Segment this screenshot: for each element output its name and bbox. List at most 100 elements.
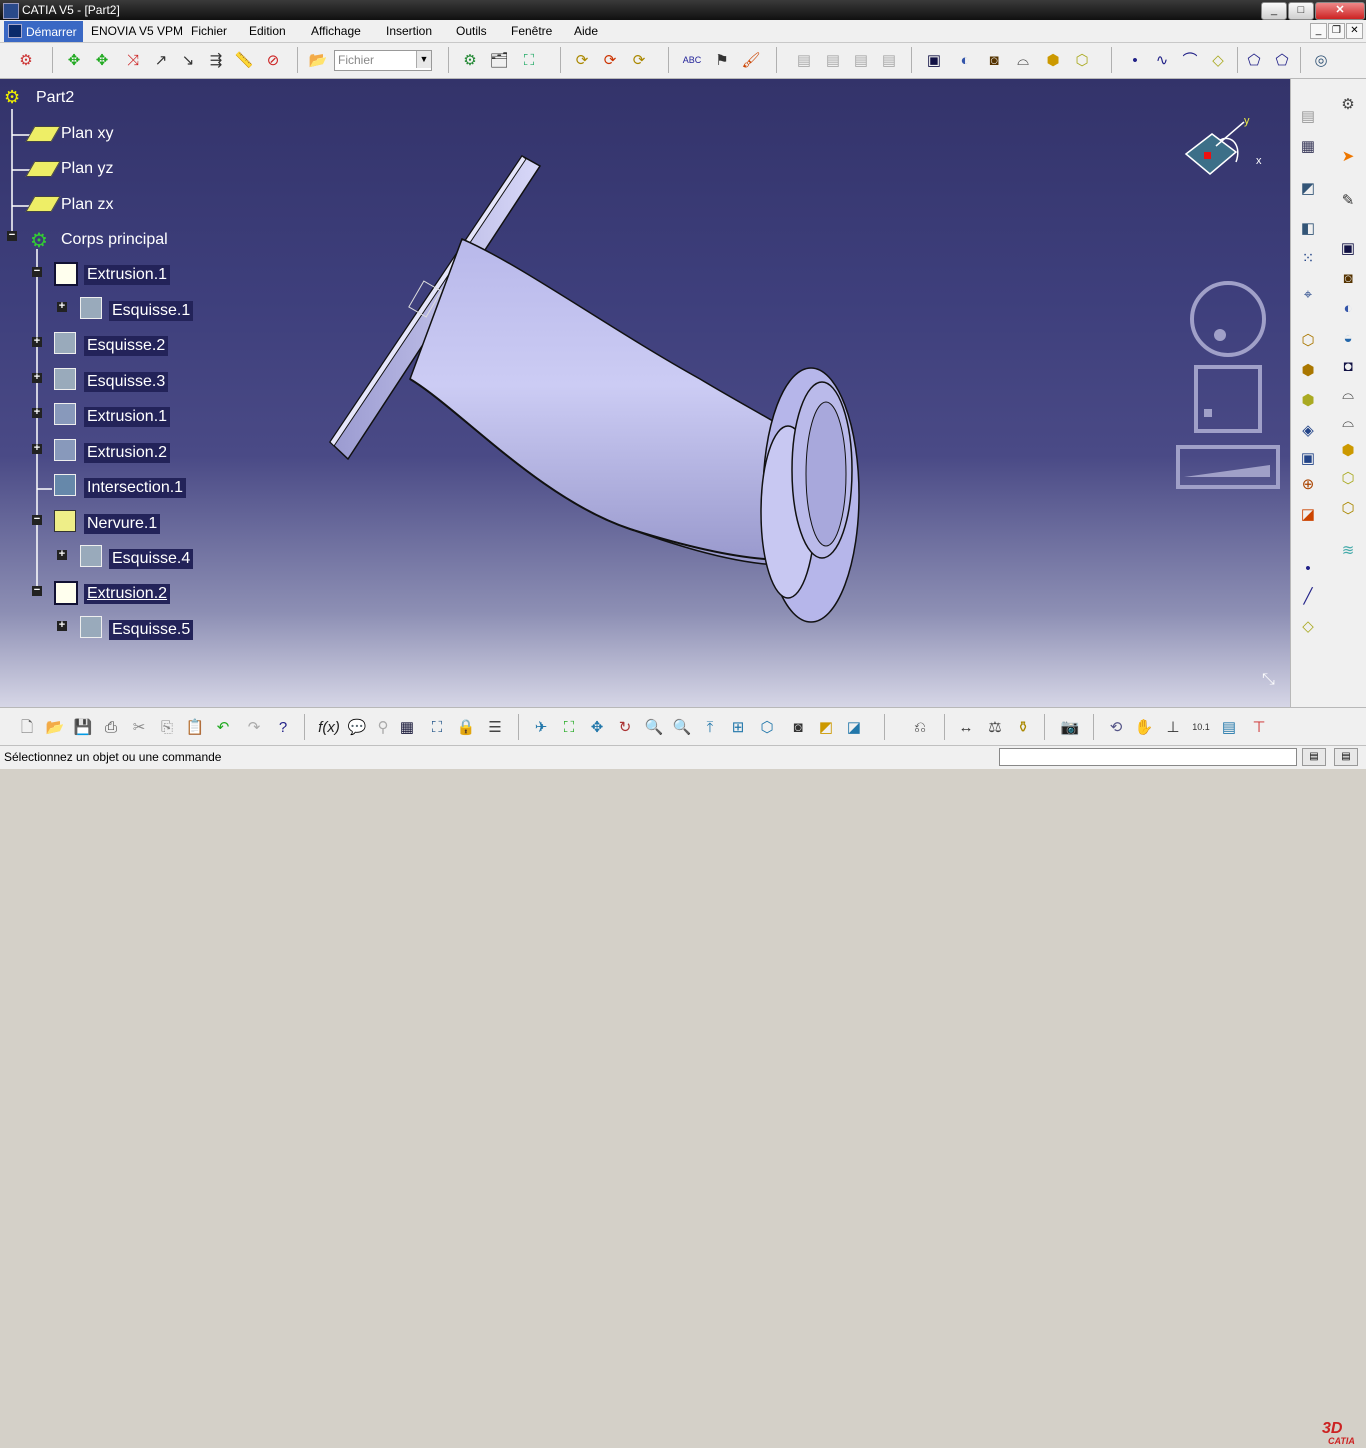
command-close-button[interactable]: ▤ xyxy=(1334,748,1358,766)
measure-inertia-icon[interactable]: ⚱ xyxy=(1012,716,1034,738)
tree-node-plan-xy[interactable]: Plan xy xyxy=(61,125,113,143)
view-icon[interactable]: ⬠ xyxy=(1243,49,1265,71)
comment-icon[interactable]: 💬 xyxy=(346,716,368,738)
expand-toggle[interactable]: + xyxy=(57,301,67,312)
maximize-button[interactable]: □ xyxy=(1288,2,1314,20)
units-icon[interactable]: 10.1 xyxy=(1190,716,1212,738)
tree-node-esquisse-2[interactable]: Esquisse.2 xyxy=(84,336,169,356)
pad-icon[interactable]: ▣ xyxy=(1337,237,1359,259)
measure-icon[interactable]: 📏 xyxy=(233,49,255,71)
plane-icon[interactable]: ◇ xyxy=(1207,49,1229,71)
tree-node-esquisse-3[interactable]: Esquisse.3 xyxy=(84,372,169,392)
command-input[interactable] xyxy=(999,748,1297,766)
copy-icon[interactable]: ⎘ xyxy=(156,716,178,738)
slot-icon[interactable]: ⌓ xyxy=(1337,411,1359,433)
text-annotation-icon[interactable]: ABC xyxy=(681,49,703,71)
clash-icon[interactable]: ⊘ xyxy=(262,49,284,71)
minimize-button[interactable]: _ xyxy=(1261,2,1287,20)
catalog-icon[interactable]: 🗂 xyxy=(488,49,510,71)
close-button[interactable]: ✕ xyxy=(1315,2,1365,20)
compass[interactable]: x y xyxy=(1180,112,1270,187)
lock-icon[interactable]: 🔒 xyxy=(455,716,477,738)
tool-icon[interactable]: ⬡ xyxy=(1297,329,1319,351)
rib-tool-icon[interactable]: ⌓ xyxy=(1337,383,1359,405)
catia-app-icon[interactable] xyxy=(3,3,19,19)
swap-space-icon[interactable]: ◪ xyxy=(843,716,865,738)
point-icon[interactable]: • xyxy=(1124,49,1146,71)
iso-view-icon[interactable]: ⬡ xyxy=(756,716,778,738)
axis-system-icon[interactable]: ⊥ xyxy=(1162,716,1184,738)
tree-node-esquisse-5[interactable]: Esquisse.5 xyxy=(109,620,194,640)
hide-show-icon[interactable]: ◩ xyxy=(815,716,837,738)
tool-icon[interactable]: ◧ xyxy=(1297,217,1319,239)
measure-between-icon[interactable]: ↔ xyxy=(955,716,977,738)
save-icon[interactable]: 💾 xyxy=(72,716,94,738)
zoom-out-icon[interactable]: 🔍 xyxy=(671,716,693,738)
tree-graph-icon[interactable]: ⛶ xyxy=(426,716,448,738)
tree-node-extrusion-2-active[interactable]: Extrusion.2 xyxy=(84,584,171,604)
mdi-close-button[interactable]: ✕ xyxy=(1346,23,1363,39)
tool-icon[interactable]: ⬢ xyxy=(1297,359,1319,381)
expand-toggle[interactable]: + xyxy=(32,443,42,454)
workbench-icon[interactable]: ⚙ xyxy=(15,49,37,71)
surface-stack-icon[interactable]: ≋ xyxy=(1337,539,1359,561)
tool-icon[interactable]: ◈ xyxy=(1297,419,1319,441)
command-list-button[interactable]: ▤ xyxy=(1302,748,1326,766)
tree-node-nervure-1[interactable]: Nervure.1 xyxy=(84,514,161,534)
tool-icon[interactable]: ⌖ xyxy=(1297,283,1319,305)
reframe-icon[interactable]: ⟲ xyxy=(1105,716,1127,738)
tree-node-intersection-1[interactable]: Intersection.1 xyxy=(84,478,187,498)
new-file-icon[interactable]: 🗋 xyxy=(16,716,38,738)
sketch-analysis-icon[interactable]: ⎌ xyxy=(909,716,931,738)
expand-toggle[interactable]: + xyxy=(32,336,42,347)
tree-node-extrusion-1[interactable]: Extrusion.1 xyxy=(84,265,171,285)
network-icon[interactable]: ⛶ xyxy=(518,49,540,71)
explode-icon[interactable]: ⇶ xyxy=(205,49,227,71)
3d-viewport[interactable]: ⚙ Part2 Plan xy Plan yz Plan zx − ⚙ Corp… xyxy=(0,79,1290,707)
multi-view-icon[interactable]: ⊞ xyxy=(727,716,749,738)
open-folder-icon[interactable]: 📂 xyxy=(307,49,329,71)
collapse-toggle[interactable]: − xyxy=(32,514,42,525)
redo-icon[interactable]: ↷ xyxy=(243,716,265,738)
menu-demarrer[interactable]: Démarrer xyxy=(4,21,83,42)
tree-node-plan-zx[interactable]: Plan zx xyxy=(61,196,113,214)
snap-icon[interactable]: ✥ xyxy=(91,49,113,71)
view-mode-icon[interactable]: ⬠ xyxy=(1271,49,1293,71)
pad-icon[interactable]: ▣ xyxy=(923,49,945,71)
removed-loft-icon[interactable]: ⬡ xyxy=(1337,497,1359,519)
solid-icon[interactable]: ⬢ xyxy=(1042,49,1064,71)
expand-toggle[interactable]: + xyxy=(32,372,42,383)
mdi-minimize-button[interactable]: _ xyxy=(1310,23,1327,39)
menu-fenetre[interactable]: Fenêtre xyxy=(511,24,552,38)
print-icon[interactable]: ⎙ xyxy=(100,716,122,738)
view-tool-icon[interactable]: ✋ xyxy=(1133,716,1155,738)
tree-node-corps-principal[interactable]: Corps principal xyxy=(61,231,168,249)
undo-icon[interactable]: ↶ xyxy=(212,716,234,738)
expand-toggle[interactable]: + xyxy=(57,620,67,631)
groove-icon[interactable]: ◒ xyxy=(1337,327,1359,349)
tool-icon[interactable]: ⁙ xyxy=(1297,247,1319,269)
pocket-icon[interactable]: ◙ xyxy=(1337,267,1359,289)
loft-icon[interactable]: ⬡ xyxy=(1337,467,1359,489)
globe-icon[interactable]: ⚙ xyxy=(459,49,481,71)
hole-icon[interactable]: ◘ xyxy=(1337,355,1359,377)
cut-icon[interactable]: ✂ xyxy=(128,716,150,738)
spline-icon[interactable]: ∿ xyxy=(1151,49,1173,71)
file-combo[interactable]: Fichier ▼ xyxy=(334,50,432,71)
tree-node-esquisse-4[interactable]: Esquisse.4 xyxy=(109,549,194,569)
shaft-icon[interactable]: ◙ xyxy=(983,49,1005,71)
multi-section-icon[interactable]: ⬡ xyxy=(1071,49,1093,71)
fly-icon[interactable]: ✈ xyxy=(530,716,552,738)
analysis-icon[interactable]: ◎ xyxy=(1310,49,1332,71)
part-icon[interactable]: ⚙ xyxy=(4,87,24,107)
menu-outils[interactable]: Outils xyxy=(456,24,487,38)
menu-edition[interactable]: Edition xyxy=(249,24,286,38)
collapse-toggle[interactable]: − xyxy=(32,585,42,596)
expand-toggle[interactable]: + xyxy=(32,407,42,418)
tool-icon[interactable]: ◩ xyxy=(1297,177,1319,199)
tree-node-esquisse-1[interactable]: Esquisse.1 xyxy=(109,301,194,321)
snap-point-icon[interactable]: ⊤ xyxy=(1248,716,1270,738)
shaft-icon[interactable]: ◐ xyxy=(1337,297,1359,319)
rotate-icon[interactable]: ↻ xyxy=(614,716,636,738)
stop-update-icon[interactable]: ⟳ xyxy=(628,49,650,71)
